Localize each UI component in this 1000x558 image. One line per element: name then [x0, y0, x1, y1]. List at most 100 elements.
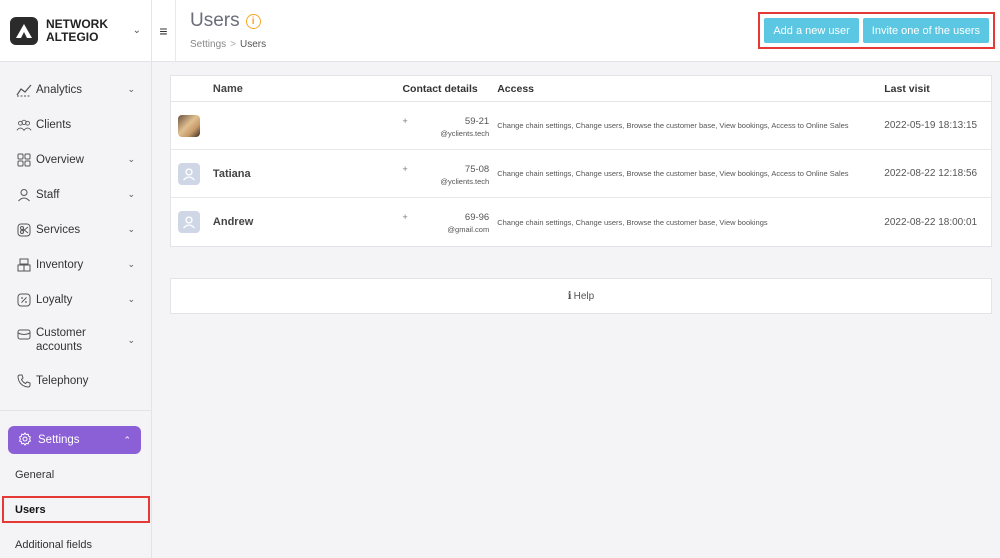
nav-label: Telephony	[36, 374, 89, 387]
chevron-up-icon: ⌃	[123, 434, 131, 445]
page-title-text: Users	[190, 10, 240, 31]
header-actions: Add a new user Invite one of the users	[758, 12, 995, 49]
table-row[interactable]: Tatiana + 75-08 @yclients.tech Change ch…	[171, 150, 991, 198]
user-photo-avatar	[178, 114, 200, 137]
nav-item-settings[interactable]: Settings ⌃	[8, 426, 141, 454]
user-name[interactable]: Tatiana	[213, 168, 403, 180]
nav-item-overview[interactable]: Overview ⌄	[0, 142, 151, 177]
access-rights: Change chain settings, Change users, Bro…	[497, 217, 768, 227]
table-row[interactable]: Andrew + 69-96 @gmail.com Change chain s…	[171, 198, 991, 246]
chevron-down-icon: ⌄	[127, 154, 135, 164]
customer-accounts-icon	[16, 326, 32, 342]
avatar-cell	[171, 211, 213, 233]
phone-prefix: +	[402, 164, 408, 174]
phone-number: 59-21	[464, 116, 490, 127]
sidebar: NETWORK ALTEGIO ⌄ Analytics ⌄ Clients Ov…	[0, 0, 152, 558]
breadcrumb: Settings > Users	[190, 39, 266, 50]
chevron-down-icon: ⌄	[127, 224, 135, 234]
hamburger-menu-icon[interactable]: ≡	[152, 0, 176, 62]
last-visit: 2022-05-19 18:13:15	[884, 120, 978, 131]
altegio-logo-icon	[10, 16, 38, 45]
sub-item-users[interactable]: Users	[2, 496, 150, 523]
chevron-down-icon: ⌄	[127, 84, 135, 94]
nav-label: Analytics	[36, 83, 83, 96]
column-header-contact: Contact details	[402, 82, 478, 95]
nav-label: Staff	[36, 188, 60, 201]
last-visit: 2022-08-22 18:00:01	[884, 216, 978, 228]
sub-item-label: Additional fields	[15, 538, 93, 551]
nav-label: Clients	[36, 118, 72, 131]
help-link[interactable]: i Help	[170, 278, 992, 314]
phone-number: 69-96	[464, 212, 490, 223]
phone-prefix: +	[402, 212, 408, 222]
nav-item-clients[interactable]: Clients	[0, 107, 151, 142]
email-address: @gmail.com	[447, 225, 490, 234]
analytics-icon	[16, 82, 32, 98]
add-user-button[interactable]: Add a new user	[764, 18, 859, 43]
table-header: Name Contact details Access Last visit	[171, 76, 991, 102]
invite-user-button[interactable]: Invite one of the users	[862, 18, 989, 43]
inventory-icon	[16, 257, 32, 273]
contact-cell: + 69-96 @gmail.com	[402, 198, 497, 246]
column-header-name: Name	[212, 82, 243, 95]
settings-section: Settings ⌃ General Users Additional fiel…	[0, 410, 152, 558]
chevron-down-icon: ⌄	[127, 334, 135, 345]
info-icon: i	[567, 290, 572, 302]
loyalty-icon	[16, 292, 32, 308]
chevron-down-icon: ⌄	[127, 189, 135, 199]
chevron-down-icon: ⌄	[132, 25, 141, 36]
phone-prefix: +	[402, 116, 408, 126]
brand-line-2: ALTEGIO	[46, 29, 99, 44]
phone-number: 75-08	[464, 164, 490, 175]
nav-label: Loyalty	[36, 293, 73, 306]
avatar-cell	[171, 114, 213, 137]
column-header-access: Access	[497, 82, 534, 95]
access-rights: Change chain settings, Change users, Bro…	[497, 169, 849, 178]
contact-cell: + 59-21 @yclients.tech	[402, 102, 497, 149]
last-visit: 2022-08-22 12:18:56	[884, 168, 978, 179]
nav-item-inventory[interactable]: Inventory ⌄	[0, 247, 151, 282]
page-title: Users i	[190, 10, 261, 32]
nav-item-telephony[interactable]: Telephony	[0, 363, 151, 398]
brand-switcher[interactable]: NETWORK ALTEGIO ⌄	[0, 0, 151, 62]
overview-icon	[16, 152, 32, 168]
nav-label: Overview	[36, 153, 84, 166]
breadcrumb-settings[interactable]: Settings	[190, 39, 226, 50]
gear-icon	[18, 432, 34, 448]
brand-line-1: NETWORK	[46, 16, 108, 31]
chevron-down-icon: ⌄	[127, 259, 135, 269]
main-nav: Analytics ⌄ Clients Overview ⌄ Staff ⌄ S…	[0, 62, 151, 398]
user-placeholder-avatar-icon	[178, 211, 200, 233]
page-header: ≡ Users i Settings > Users Add a new user …	[152, 0, 1000, 62]
clients-icon	[16, 117, 32, 133]
avatar-cell	[171, 162, 213, 185]
nav-label-line-1: Customer	[36, 327, 86, 339]
help-label: Help	[573, 290, 595, 302]
nav-item-analytics[interactable]: Analytics ⌄	[0, 72, 151, 107]
nav-item-staff[interactable]: Staff ⌄	[0, 177, 151, 212]
nav-label: Services	[36, 223, 81, 236]
nav-item-loyalty[interactable]: Loyalty ⌄	[0, 282, 151, 317]
sub-item-label: General	[15, 468, 55, 481]
users-table: Name Contact details Access Last visit +…	[170, 75, 992, 247]
user-name[interactable]: Andrew	[213, 216, 403, 228]
chevron-down-icon: ⌄	[127, 294, 135, 304]
sub-item-general[interactable]: General	[0, 457, 152, 492]
nav-item-services[interactable]: Services ⌄	[0, 212, 151, 247]
telephony-icon	[16, 373, 32, 389]
nav-label-line-2: accounts	[36, 341, 83, 353]
nav-label: Customer accounts	[36, 326, 86, 354]
settings-label: Settings	[38, 434, 80, 446]
column-header-last-visit: Last visit	[884, 82, 930, 95]
nav-label: Inventory	[36, 258, 84, 271]
contact-cell: + 75-08 @yclients.tech	[402, 150, 497, 197]
access-rights: Change chain settings, Change users, Bro…	[497, 121, 849, 130]
breadcrumb-separator: >	[230, 39, 236, 50]
sub-item-additional-fields[interactable]: Additional fields	[0, 527, 152, 558]
breadcrumb-current: Users	[239, 39, 267, 50]
staff-icon	[16, 187, 32, 203]
table-row[interactable]: + 59-21 @yclients.tech Change chain sett…	[171, 102, 991, 150]
info-icon[interactable]: i	[245, 13, 261, 29]
email-address: @yclients.tech	[440, 129, 490, 138]
nav-item-customer-accounts[interactable]: Customer accounts ⌄	[0, 317, 151, 363]
